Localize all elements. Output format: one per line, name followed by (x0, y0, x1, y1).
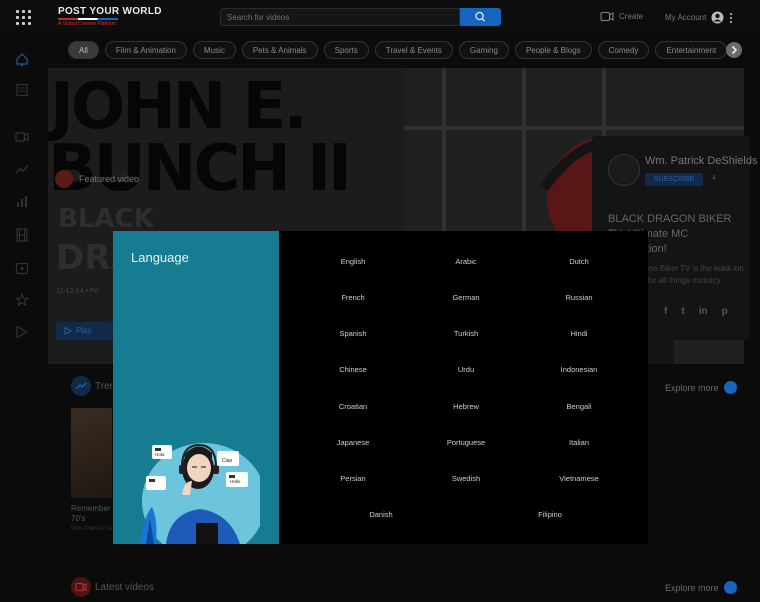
logo-tagline: A Global Content Platform (58, 21, 116, 27)
channel-name[interactable]: Wm. Patrick DeShields (645, 155, 757, 167)
more-vertical-icon[interactable] (729, 12, 733, 24)
facebook-icon[interactable]: f (664, 306, 667, 317)
account-label: My Account (665, 13, 707, 22)
video-card-title[interactable]: Remember 70's (71, 504, 115, 524)
logo-title: POST YOUR WORLD (58, 6, 162, 17)
latest-section-title: Latest videos (95, 582, 154, 593)
search-button[interactable] (460, 8, 501, 26)
chip-film-animation[interactable]: Film & Animation (104, 41, 187, 59)
bubble-hola: Hola (155, 452, 165, 457)
twitter-icon[interactable]: t (681, 306, 684, 317)
linkedin-icon[interactable]: in (699, 306, 708, 317)
chip-comedy[interactable]: Comedy (597, 41, 650, 59)
language-options-panel: English Arabic Dutch French German Russi… (279, 231, 648, 544)
featured-icon (55, 170, 73, 188)
video-thumbnail[interactable] (71, 408, 112, 498)
trending-explore-link[interactable]: Explore more (665, 381, 737, 394)
language-option-turkish[interactable]: Turkish (454, 329, 478, 338)
create-button[interactable]: Create (600, 11, 643, 22)
language-option-filipino[interactable]: Filipino (538, 510, 562, 519)
film-icon[interactable] (15, 228, 29, 242)
language-option-dutch[interactable]: Dutch (569, 257, 589, 266)
latest-explore-link[interactable]: Explore more (665, 581, 737, 594)
play-label: Play (76, 326, 92, 335)
chip-gaming[interactable]: Gaming (458, 41, 509, 59)
chips-next-button[interactable] (726, 42, 742, 58)
home-icon[interactable] (15, 52, 29, 66)
category-chips: All Film & Animation Music Pets & Animals Sp… (68, 40, 728, 60)
chip-travel-events[interactable]: Travel & Events (374, 41, 453, 59)
search-icon (475, 11, 486, 22)
chip-entertainment[interactable]: Entertainment (655, 41, 728, 59)
language-option-croatian[interactable]: Croatian (339, 402, 367, 411)
language-option-english[interactable]: English (341, 257, 366, 266)
stats-icon[interactable] (15, 194, 29, 208)
chip-pets-animals[interactable]: Pets & Animals (241, 41, 318, 59)
chip-music[interactable]: Music (192, 41, 236, 59)
featured-video-description: ion Biker TV is the leadi ion for all th… (647, 264, 744, 285)
featured-badge: Featured video (55, 170, 139, 188)
language-option-russian[interactable]: Russian (565, 293, 592, 302)
chip-all[interactable]: All (68, 41, 99, 59)
social-links: f t in p (664, 306, 728, 317)
language-option-swedish[interactable]: Swedish (452, 474, 480, 483)
bubble-ciao: Ciao (222, 458, 233, 464)
arrow-right-icon (723, 581, 737, 594)
apps-grid-icon[interactable] (16, 10, 31, 25)
explore-label: Explore more (665, 582, 719, 593)
language-option-portuguese[interactable]: Portuguese (447, 438, 485, 447)
language-option-italian[interactable]: Italian (569, 438, 589, 447)
chip-sports[interactable]: Sports (323, 41, 369, 59)
featured-label: Featured video (79, 174, 140, 184)
subscriber-count: 4 (712, 175, 716, 182)
latest-section-icon (71, 577, 91, 597)
star-icon[interactable] (15, 293, 29, 307)
language-option-persian[interactable]: Persian (340, 474, 365, 483)
language-option-german[interactable]: German (452, 293, 479, 302)
language-option-danish[interactable]: Danish (369, 510, 392, 519)
language-option-bengali[interactable]: Bengali (566, 402, 591, 411)
create-label: Create (619, 12, 644, 21)
language-option-japanese[interactable]: Japanese (337, 438, 370, 447)
account-menu[interactable]: My Account (665, 11, 733, 24)
trending-section-icon (71, 376, 91, 396)
user-avatar-icon (711, 11, 724, 24)
language-option-arabic[interactable]: Arabic (455, 257, 476, 266)
site-logo[interactable]: POST YOUR WORLD A Global Content Platfor… (58, 6, 162, 27)
language-option-spanish[interactable]: Spanish (339, 329, 366, 338)
language-option-hindi[interactable]: Hindi (570, 329, 587, 338)
language-option-hebrew[interactable]: Hebrew (453, 402, 479, 411)
chevron-right-icon (731, 45, 738, 55)
language-option-vietnamese[interactable]: Vietnamese (559, 474, 598, 483)
video-camera-icon (600, 12, 614, 21)
playlist-play-icon[interactable] (15, 325, 29, 339)
pinterest-icon[interactable]: p (722, 306, 728, 317)
play-button[interactable]: Play (56, 322, 114, 340)
language-option-urdu[interactable]: Urdu (458, 365, 474, 374)
left-sidebar (0, 36, 46, 600)
language-option-french[interactable]: French (341, 293, 364, 302)
top-bar: POST YOUR WORLD A Global Content Platfor… (0, 0, 760, 36)
featured-meta: 11-12-24 • Fe (56, 288, 99, 295)
live-icon[interactable] (15, 261, 29, 275)
chip-people-blogs[interactable]: People & Blogs (514, 41, 592, 59)
explore-label: Explore more (665, 382, 719, 393)
subscribe-button[interactable]: SUBSCRIBE (645, 173, 703, 186)
language-modal-title: Language (131, 250, 189, 265)
trending-icon[interactable] (15, 162, 29, 176)
poster-line-3: BLACK (58, 204, 154, 234)
channel-avatar[interactable] (608, 154, 640, 186)
subscriptions-icon[interactable] (15, 83, 29, 97)
language-option-chinese[interactable]: Chinese (339, 365, 367, 374)
bubble-hello: Hello (230, 479, 241, 484)
play-icon (64, 327, 72, 335)
arrow-right-icon (723, 381, 737, 394)
logo-stripe (58, 18, 118, 20)
videos-icon[interactable] (15, 130, 29, 144)
search-input[interactable] (220, 8, 460, 26)
language-illustration: Hola Ciao Hello (132, 423, 260, 544)
language-option-indonesian[interactable]: Indonesian (561, 365, 598, 374)
poster-line-2: BUNCH II (48, 132, 352, 206)
